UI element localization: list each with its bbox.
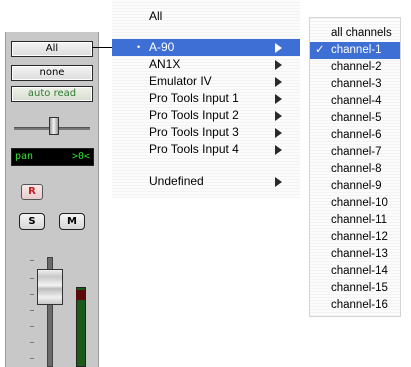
fader-scale-tick [30,310,34,311]
menu-item-label: Emulator IV [149,74,212,88]
menu-item-label: channel-14 [331,265,388,277]
submenu-arrow-icon [275,145,282,155]
pan-value: >0< [71,151,90,162]
menu-item-all-channels[interactable]: all channels [310,25,400,42]
menu-item-label: channel-6 [331,129,382,141]
menu-item-label: channel-3 [331,78,382,90]
menu-item-label: channel-5 [331,112,382,124]
fader-scale-tick [30,326,34,327]
menu-item-channel-16[interactable]: channel-16 [310,297,400,314]
menu-item-pro-tools-input-3[interactable]: Pro Tools Input 3 [112,124,300,141]
fader-scale-tick [30,260,34,261]
submenu-arrow-icon [275,60,282,70]
menu-item-a-90[interactable]: • A-90 [112,39,300,56]
automation-mode-button[interactable]: auto read [11,86,93,102]
mute-button[interactable]: M [59,213,85,230]
fader-scale-tick [30,294,34,295]
menu-item-label: Pro Tools Input 2 [149,108,239,122]
menu-item-channel-12[interactable]: channel-12 [310,229,400,246]
volume-fader-handle[interactable] [37,269,63,305]
menu-item-channel-7[interactable]: channel-7 [310,144,400,161]
menu-item-channel-1[interactable]: ✓ channel-1 [310,42,400,59]
fader-scale-tick [30,278,34,279]
submenu-arrow-icon [275,128,282,138]
menu-item-channel-13[interactable]: channel-13 [310,246,400,263]
meter-clip-indicator [76,290,86,300]
menu-item-label: channel-4 [331,95,382,107]
menu-item-channel-15[interactable]: channel-15 [310,280,400,297]
menu-item-emulator-iv[interactable]: Emulator IV [112,73,300,90]
menu-item-channel-3[interactable]: channel-3 [310,76,400,93]
menu-item-channel-11[interactable]: channel-11 [310,212,400,229]
menu-item-label: channel-16 [331,299,388,311]
submenu-arrow-icon [275,177,282,187]
group-selector-button[interactable]: none [11,65,93,81]
menu-item-label: Pro Tools Input 4 [149,142,239,156]
selected-bullet-icon: • [137,42,141,52]
menu-item-channel-9[interactable]: channel-9 [310,178,400,195]
fader-scale-tick [30,358,34,359]
record-enable-button[interactable]: R [21,184,43,200]
menu-item-channel-14[interactable]: channel-14 [310,263,400,280]
menu-item-channel-5[interactable]: channel-5 [310,110,400,127]
menu-item-label: channel-7 [331,146,382,158]
pan-display: pan >0< [11,148,94,166]
menu-item-label: channel-9 [331,180,382,192]
menu-item-pro-tools-input-2[interactable]: Pro Tools Input 2 [112,107,300,124]
menu-item-label: channel-12 [331,231,388,243]
pan-label: pan [15,151,34,162]
menu-item-label: AN1X [149,57,181,71]
pan-slider-handle[interactable] [49,117,59,135]
menu-item-an1x[interactable]: AN1X [112,56,300,73]
menu-item-label: channel-8 [331,163,382,175]
menu-item-label: Pro Tools Input 1 [149,91,239,105]
menu-item-all[interactable]: All [112,8,300,25]
submenu-arrow-icon [275,111,282,121]
menu-item-label: channel-11 [331,214,388,226]
menu-item-label: Pro Tools Input 3 [149,125,239,139]
midi-channel-submenu: all channels ✓ channel-1 channel-2 chann… [309,17,401,317]
menu-item-label: Undefined [149,174,204,188]
checkmark-icon: ✓ [315,44,325,56]
menu-item-label: all channels [331,27,392,39]
menu-item-channel-6[interactable]: channel-6 [310,127,400,144]
menu-item-label: All [149,9,163,23]
menu-item-pro-tools-input-4[interactable]: Pro Tools Input 4 [112,141,300,158]
submenu-arrow-icon [275,43,282,53]
menu-item-channel-8[interactable]: channel-8 [310,161,400,178]
menu-item-channel-10[interactable]: channel-10 [310,195,400,212]
menu-item-channel-2[interactable]: channel-2 [310,59,400,76]
menu-item-pro-tools-input-1[interactable]: Pro Tools Input 1 [112,90,300,107]
submenu-arrow-icon [275,77,282,87]
channel-strip: All none auto read pan >0< R S M [5,32,99,367]
fader-scale-tick [30,342,34,343]
menu-item-label: channel-15 [331,282,388,294]
menu-item-channel-4[interactable]: channel-4 [310,93,400,110]
midi-device-menu: All • A-90 AN1X Emulator IV Pro Tools In… [112,0,300,198]
menu-item-label: channel-1 [331,44,382,56]
submenu-arrow-icon [275,94,282,104]
menu-item-label: channel-2 [331,61,382,73]
midi-input-selector-button[interactable]: All [11,41,93,57]
menu-item-label: A-90 [149,40,175,54]
solo-button[interactable]: S [19,213,45,230]
menu-item-undefined[interactable]: Undefined [112,173,300,190]
menu-item-label: channel-13 [331,248,388,260]
menu-item-label: channel-10 [331,197,388,209]
